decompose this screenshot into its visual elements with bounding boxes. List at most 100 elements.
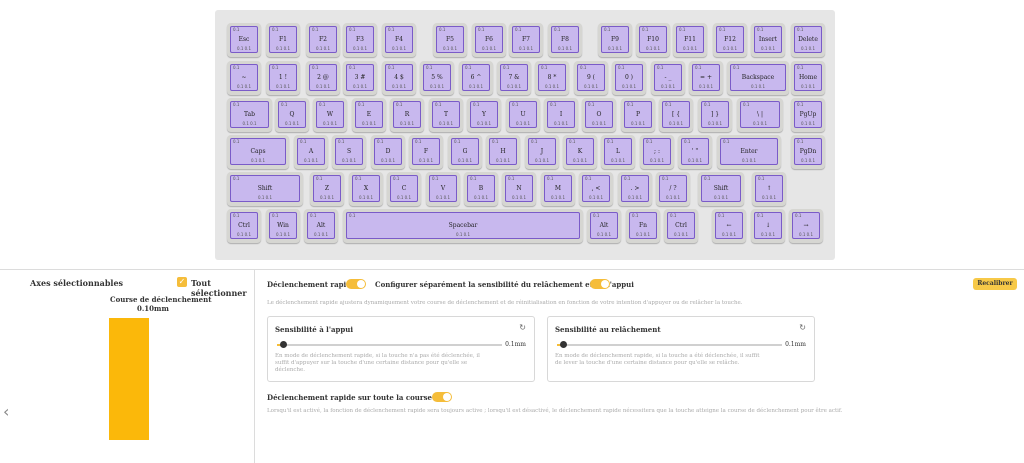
key[interactable]: 0.1 F1 0.1 0.1 bbox=[266, 23, 300, 57]
key[interactable]: 0.1 Alt 0.1 0.1 bbox=[587, 209, 621, 243]
key[interactable]: 0.1 9 (0.1 0.1 bbox=[574, 61, 608, 95]
key-trigger-tag: 0.1 bbox=[797, 139, 804, 144]
key[interactable]: 0.1 5 % 0.1 0.1 bbox=[420, 61, 454, 95]
key[interactable]: 0.1 C 0.1 0.1 bbox=[387, 172, 421, 206]
key[interactable]: 0.1 6 ^ 0.1 0.1 bbox=[459, 61, 493, 95]
key[interactable]: 0.1 , < 0.1 0.1 bbox=[579, 172, 613, 206]
key[interactable]: 0.1 F11 0.1 0.1 bbox=[673, 23, 707, 57]
key[interactable]: 0.1 Insert 0.1 0.1 bbox=[751, 23, 785, 57]
key[interactable]: 0.1 I 0.1 0.1 bbox=[544, 98, 578, 132]
key[interactable]: 0.1 1 ! 0.1 0.1 bbox=[266, 61, 300, 95]
key[interactable]: 0.1 ' " 0.1 0.1 bbox=[678, 135, 712, 169]
key[interactable]: 0.1 ~0.1 0.1 bbox=[227, 61, 261, 95]
key[interactable]: 0.1 ↓ 0.1 0.1 bbox=[751, 209, 785, 243]
key[interactable]: 0.1 R 0.1 0.1 bbox=[390, 98, 424, 132]
key[interactable]: 0.1 . > 0.1 0.1 bbox=[618, 172, 652, 206]
reset-icon[interactable]: ↻ bbox=[799, 323, 806, 332]
key[interactable]: 0.1 Z 0.1 0.1 bbox=[310, 172, 344, 206]
key[interactable]: 0.1 F6 0.1 0.1 bbox=[472, 23, 506, 57]
keycap: 0.1 = + 0.1 0.1 bbox=[692, 64, 720, 91]
key[interactable]: 0.1 Delete 0.1 0.1 bbox=[791, 23, 825, 57]
key-label: W bbox=[326, 110, 334, 118]
key[interactable]: 0.1 = + 0.1 0.1 bbox=[689, 61, 723, 95]
key[interactable]: 0.1 F10 0.1 0.1 bbox=[636, 23, 670, 57]
key[interactable]: 0.1 Tab 0.1 0.1 bbox=[227, 98, 272, 132]
key[interactable]: 0.1- _ 0.1 0.1 bbox=[651, 61, 685, 95]
key[interactable]: 0.1 N 0.1 0.1 bbox=[502, 172, 536, 206]
key[interactable]: 0.1 A 0.1 0.1 bbox=[294, 135, 328, 169]
key[interactable]: 0.1 J 0.1 0.1 bbox=[525, 135, 559, 169]
key[interactable]: 0.1 Esc 0.1 0.1 bbox=[227, 23, 261, 57]
key[interactable]: 0.1 \ | 0.1 0.1 bbox=[737, 98, 783, 132]
rapid-trigger-toggle[interactable] bbox=[346, 279, 366, 289]
key[interactable]: 0.1 F3 0.1 0.1 bbox=[343, 23, 377, 57]
key[interactable]: 0.1 4 $ 0.1 0.1 bbox=[382, 61, 416, 95]
key[interactable]: 0.1 W 0.1 0.1 bbox=[313, 98, 347, 132]
key[interactable]: 0.1 Ctrl 0.1 0.1 bbox=[664, 209, 698, 243]
key[interactable]: 0.1 K 0.1 0.1 bbox=[563, 135, 597, 169]
key[interactable]: 0.1 ↑ 0.1 0.1 bbox=[752, 172, 786, 206]
key[interactable]: 0.1 Win 0.1 0.1 bbox=[266, 209, 300, 243]
key[interactable]: 0.1 F 0.1 0.1 bbox=[409, 135, 443, 169]
key[interactable]: 0.1 G 0.1 0.1 bbox=[448, 135, 482, 169]
key[interactable]: 0.1 ← 0.1 0.1 bbox=[712, 209, 746, 243]
key[interactable]: 0.1 F12 0.1 0.1 bbox=[713, 23, 747, 57]
key[interactable]: 0.1 F4 0.1 0.1 bbox=[382, 23, 416, 57]
key[interactable]: 0.1 PgUp 0.1 0.1 bbox=[791, 98, 825, 132]
key[interactable]: 0.1 2 @ 0.1 0.1 bbox=[306, 61, 340, 95]
key[interactable]: 0.1 B 0.1 0.1 bbox=[464, 172, 498, 206]
key[interactable]: 0.1 Fn 0.1 0.1 bbox=[626, 209, 660, 243]
key[interactable]: 0.1 D 0.1 0.1 bbox=[371, 135, 405, 169]
key[interactable]: 0.1 [ {0.1 0.1 bbox=[659, 98, 693, 132]
key[interactable]: 0.1 L 0.1 0.1 bbox=[601, 135, 635, 169]
full-course-toggle[interactable] bbox=[432, 392, 452, 402]
key[interactable]: 0.1 T 0.1 0.1 bbox=[429, 98, 463, 132]
key[interactable]: 0.1 7 & 0.1 0.1 bbox=[497, 61, 531, 95]
key[interactable]: 0.1 X 0.1 0.1 bbox=[349, 172, 383, 206]
key[interactable]: 0.1 Shift 0.1 0.1 bbox=[698, 172, 744, 206]
keycap: 0.1 Tab 0.1 0.1 bbox=[230, 101, 269, 128]
key[interactable]: 0.1 H 0.1 0.1 bbox=[486, 135, 520, 169]
recalibrate-button[interactable]: Recalibrer bbox=[973, 278, 1017, 290]
key[interactable]: 0.1 8 * 0.1 0.1 bbox=[535, 61, 569, 95]
key[interactable]: 0.1 F2 0.1 0.1 bbox=[306, 23, 340, 57]
key[interactable]: 0.1 Enter 0.1 0.1 bbox=[717, 135, 781, 169]
release-slider-thumb[interactable] bbox=[560, 341, 567, 348]
key[interactable]: 0.1 V 0.1 0.1 bbox=[426, 172, 460, 206]
key[interactable]: 0.1 Shift 0.1 0.1 bbox=[227, 172, 303, 206]
key[interactable]: 0.1 F8 0.1 0.1 bbox=[548, 23, 582, 57]
key[interactable]: 0.1 Q 0.1 0.1 bbox=[275, 98, 309, 132]
key[interactable]: 0.1 M 0.1 0.1 bbox=[541, 172, 575, 206]
reset-icon[interactable]: ↻ bbox=[519, 323, 526, 332]
key[interactable]: 0.1/ ? 0.1 0.1 bbox=[656, 172, 690, 206]
key[interactable]: 0.1 F7 0.1 0.1 bbox=[509, 23, 543, 57]
key[interactable]: 0.1 → 0.1 0.1 bbox=[789, 209, 823, 243]
key[interactable]: 0.1 0 ) 0.1 0.1 bbox=[612, 61, 646, 95]
separate-sensitivity-toggle[interactable] bbox=[590, 279, 610, 289]
key[interactable]: 0.1 Alt 0.1 0.1 bbox=[304, 209, 338, 243]
key[interactable]: 0.1 Y 0.1 0.1 bbox=[467, 98, 501, 132]
key[interactable]: 0.1 Backspace 0.1 0.1 bbox=[727, 61, 789, 95]
key[interactable]: 0.1 F9 0.1 0.1 bbox=[598, 23, 632, 57]
key[interactable]: 0.1 Spacebar 0.1 0.1 bbox=[343, 209, 583, 243]
key[interactable]: 0.1 S 0.1 0.1 bbox=[332, 135, 366, 169]
key[interactable]: 0.1 3 # 0.1 0.1 bbox=[343, 61, 377, 95]
release-slider-track[interactable] bbox=[562, 344, 782, 346]
course-bar[interactable] bbox=[109, 318, 149, 440]
key[interactable]: 0.1] } 0.1 0.1 bbox=[698, 98, 732, 132]
keycap: 0.1 Caps 0.1 0.1 bbox=[230, 138, 286, 165]
key[interactable]: 0.1 P 0.1 0.1 bbox=[621, 98, 655, 132]
key[interactable]: 0.1 Ctrl 0.1 0.1 bbox=[227, 209, 261, 243]
press-slider-thumb[interactable] bbox=[280, 341, 287, 348]
key[interactable]: 0.1 Caps 0.1 0.1 bbox=[227, 135, 289, 169]
select-all-checkbox[interactable]: ✓ bbox=[177, 277, 187, 287]
key[interactable]: 0.1 Home 0.1 0.1 bbox=[791, 61, 825, 95]
press-slider-track[interactable] bbox=[282, 344, 502, 346]
key[interactable]: 0.1 U 0.1 0.1 bbox=[506, 98, 540, 132]
key[interactable]: 0.1 E 0.1 0.1 bbox=[352, 98, 386, 132]
key[interactable]: 0.1; : 0.1 0.1 bbox=[640, 135, 674, 169]
key[interactable]: 0.1 F5 0.1 0.1 bbox=[433, 23, 467, 57]
key[interactable]: 0.1 O 0.1 0.1 bbox=[582, 98, 616, 132]
key[interactable]: 0.1 PgDn 0.1 0.1 bbox=[791, 135, 825, 169]
collapse-arrow-icon[interactable]: ‹ bbox=[3, 402, 9, 421]
